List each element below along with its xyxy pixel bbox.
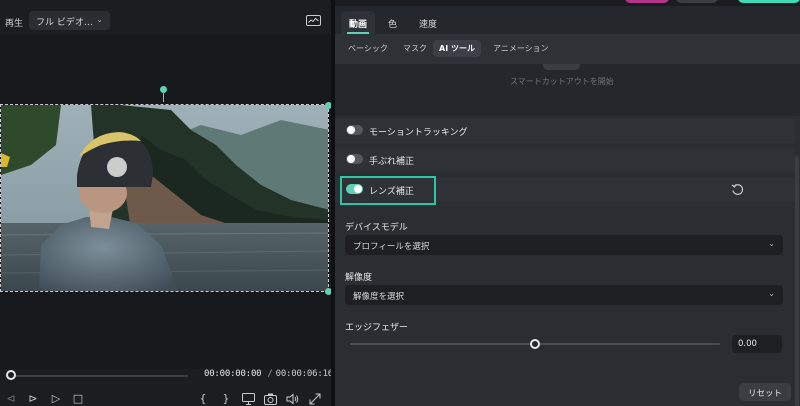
top-export-button[interactable]	[738, 0, 800, 3]
top-gray-button[interactable]	[676, 0, 718, 3]
subtab-basic[interactable]: ベーシック	[342, 40, 394, 57]
tab-speed[interactable]: 速度	[411, 11, 445, 34]
timecode-display: 00:00:00:00 /00:00:06:16	[204, 369, 333, 379]
device-model-value: プロフィールを選択	[353, 242, 430, 252]
resolution-value: 解像度を選択	[353, 292, 405, 302]
preview-header: 再生 フル ビデオ… ⌄	[0, 6, 331, 34]
edge-feather-knob[interactable]	[530, 339, 540, 349]
volume-icon[interactable]	[286, 393, 299, 405]
resolution-label: 解像度	[345, 273, 373, 283]
properties-scrollbar[interactable]	[795, 156, 799, 406]
play-pause-icon[interactable]: ⊳	[27, 393, 39, 405]
tab-color[interactable]: 色	[380, 11, 405, 34]
motion-tracking-toggle[interactable]	[346, 125, 363, 135]
chevron-down-icon: ⌄	[768, 289, 775, 298]
chevron-down-icon: ⌄	[96, 15, 103, 24]
mark-out-icon[interactable]: }	[221, 393, 231, 405]
preview-stage	[0, 34, 332, 369]
feature-row-motion-tracking[interactable]: モーショントラッキング	[335, 119, 795, 143]
top-pink-button[interactable]	[625, 0, 669, 3]
timecode-duration: 00:00:06:16	[275, 369, 334, 379]
tab-video[interactable]: 動画	[341, 11, 376, 34]
playhead-knob[interactable]	[6, 370, 16, 380]
edge-feather-value-input[interactable]: 0.00	[732, 335, 782, 353]
monitor-icon[interactable]	[306, 15, 321, 26]
subtab-mask[interactable]: マスク	[397, 40, 433, 57]
feature-row-stabilization[interactable]: 手ぶれ補正	[335, 148, 795, 172]
stop-icon[interactable]: □	[72, 393, 84, 405]
toggle-knob	[347, 155, 355, 163]
toggle-knob	[347, 126, 355, 134]
playback-label: 再生	[5, 19, 24, 29]
sub-tabs: ベーシック マスク AI ツール アニメーション	[335, 34, 800, 64]
device-model-select[interactable]: プロフィールを選択 ⌄	[345, 235, 783, 255]
properties-panel: 動画 色 速度 ベーシック マスク AI ツール アニメーション スマートカット…	[335, 6, 800, 406]
rotate-handle[interactable]	[160, 86, 167, 93]
timeline-scrubber[interactable]	[10, 375, 188, 377]
snapshot-icon[interactable]	[264, 393, 277, 405]
chevron-down-icon: ⌄	[768, 239, 775, 248]
motion-tracking-label: モーショントラッキング	[369, 128, 468, 138]
play-icon[interactable]: ▷	[50, 393, 62, 405]
subtab-animation[interactable]: アニメーション	[487, 40, 555, 57]
resolution-select[interactable]: 解像度を選択 ⌄	[345, 285, 783, 305]
display-icon[interactable]	[242, 393, 255, 405]
main-tabs: 動画 色 速度	[335, 6, 800, 34]
playback-quality-select[interactable]: フル ビデオ… ⌄	[29, 11, 110, 30]
timecode-separator: /	[267, 369, 273, 379]
fullscreen-icon[interactable]	[309, 393, 321, 405]
smart-cutout-label: スマートカットアウトを開始	[510, 77, 614, 86]
timecode-current: 00:00:00:00	[204, 369, 262, 379]
smart-cutout-button[interactable]	[543, 64, 580, 70]
reset-icon[interactable]	[731, 183, 744, 196]
rotate-handle-stem	[163, 92, 164, 102]
subtab-ai-tools[interactable]: AI ツール	[433, 40, 481, 57]
device-model-label: デバイスモデル	[345, 223, 408, 233]
video-frame[interactable]	[0, 104, 329, 292]
lens-correction-highlight	[340, 176, 436, 205]
reset-button[interactable]: リセット	[739, 383, 791, 401]
video-image	[1, 105, 328, 291]
preview-panel: 再生 フル ビデオ… ⌄ 00:00:00:00 / 00:00:06:16 ⊲…	[0, 6, 333, 406]
stabilization-toggle[interactable]	[346, 154, 363, 164]
prev-frame-icon[interactable]: ⊲	[5, 393, 17, 405]
stabilization-label: 手ぶれ補正	[369, 157, 415, 167]
edge-feather-label: エッジフェザー	[345, 323, 409, 333]
playback-quality-value: フル ビデオ…	[36, 18, 93, 28]
mark-in-icon[interactable]: {	[198, 393, 208, 405]
